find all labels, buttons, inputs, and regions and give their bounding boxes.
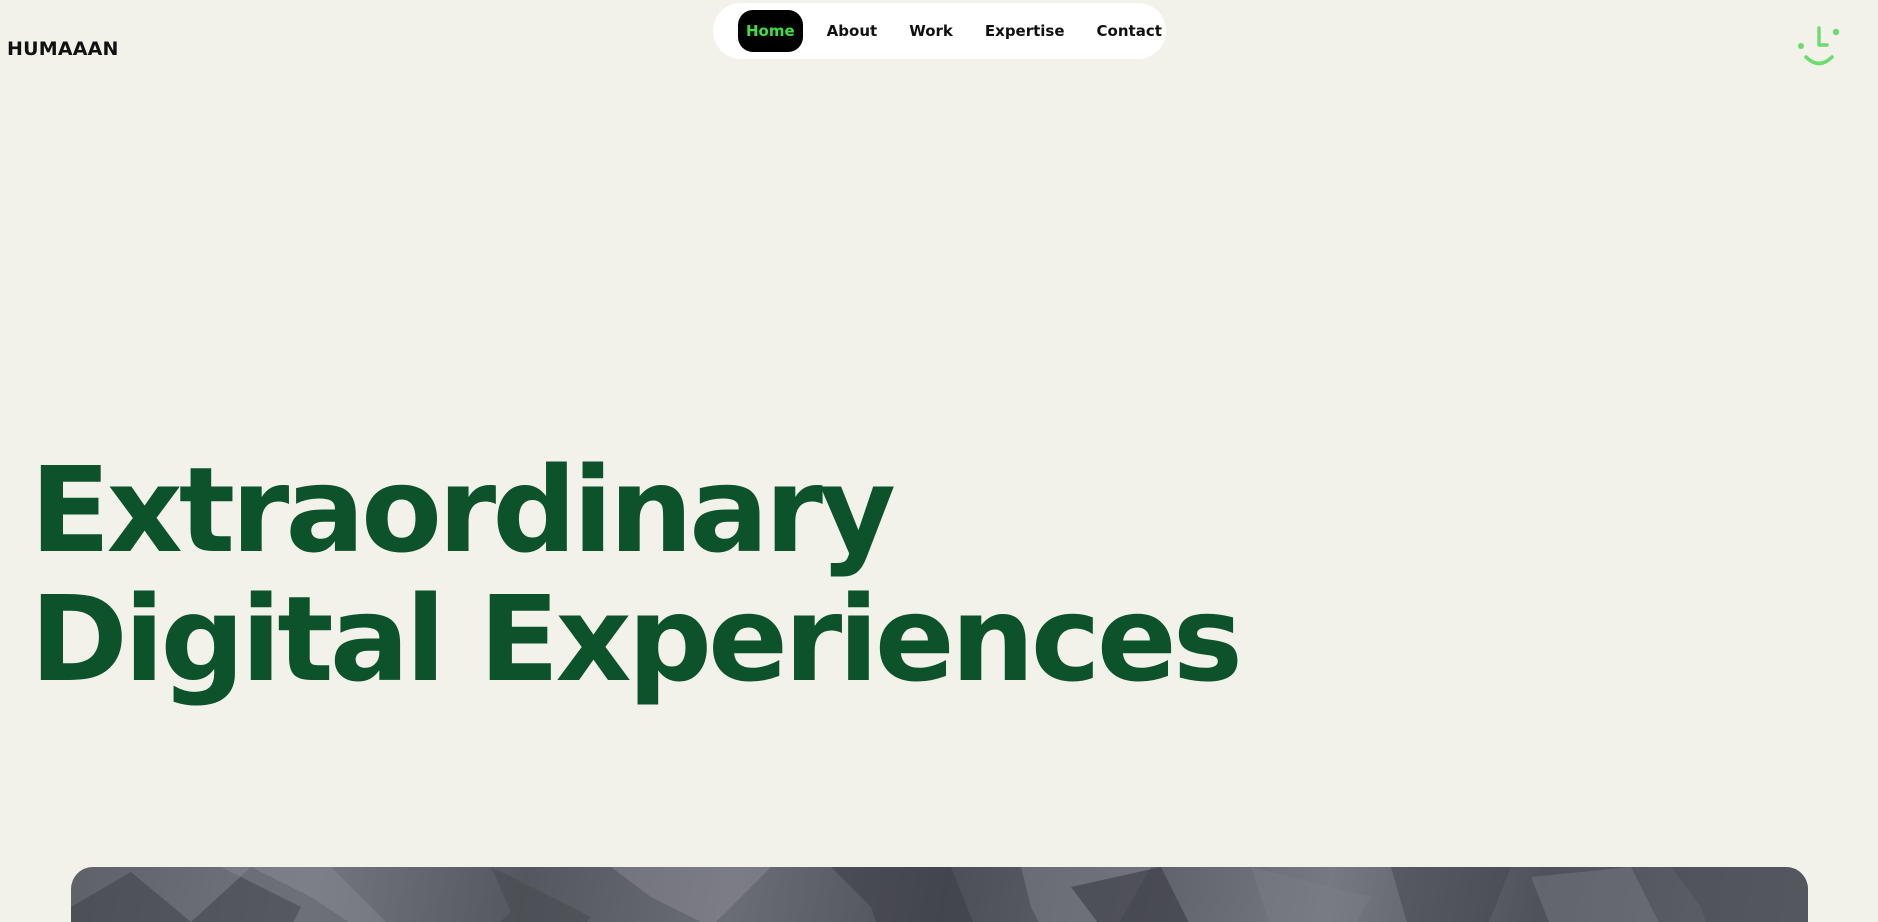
hero-title-line-1: Extraordinary bbox=[30, 441, 896, 579]
crumpled-fabric-image bbox=[71, 867, 1808, 922]
hero-title-line-2: Digital Experiences bbox=[30, 570, 1243, 708]
nav-item-expertise[interactable]: Expertise bbox=[985, 22, 1065, 40]
hero-title: Extraordinary Digital Experiences bbox=[30, 441, 1243, 708]
smiley-face-icon[interactable] bbox=[1796, 24, 1842, 72]
nav-item-work[interactable]: Work bbox=[909, 22, 953, 40]
nav-item-contact[interactable]: Contact bbox=[1097, 22, 1162, 40]
nav-item-about[interactable]: About bbox=[827, 22, 878, 40]
page: HUMAAAN Home About Work Expertise Contac… bbox=[0, 0, 1878, 922]
brand-logo-text[interactable]: HUMAAAN bbox=[7, 38, 119, 60]
nav-item-home[interactable]: Home bbox=[738, 10, 803, 52]
hero-media-image bbox=[71, 867, 1808, 922]
main-nav: Home About Work Expertise Contact bbox=[713, 3, 1166, 59]
